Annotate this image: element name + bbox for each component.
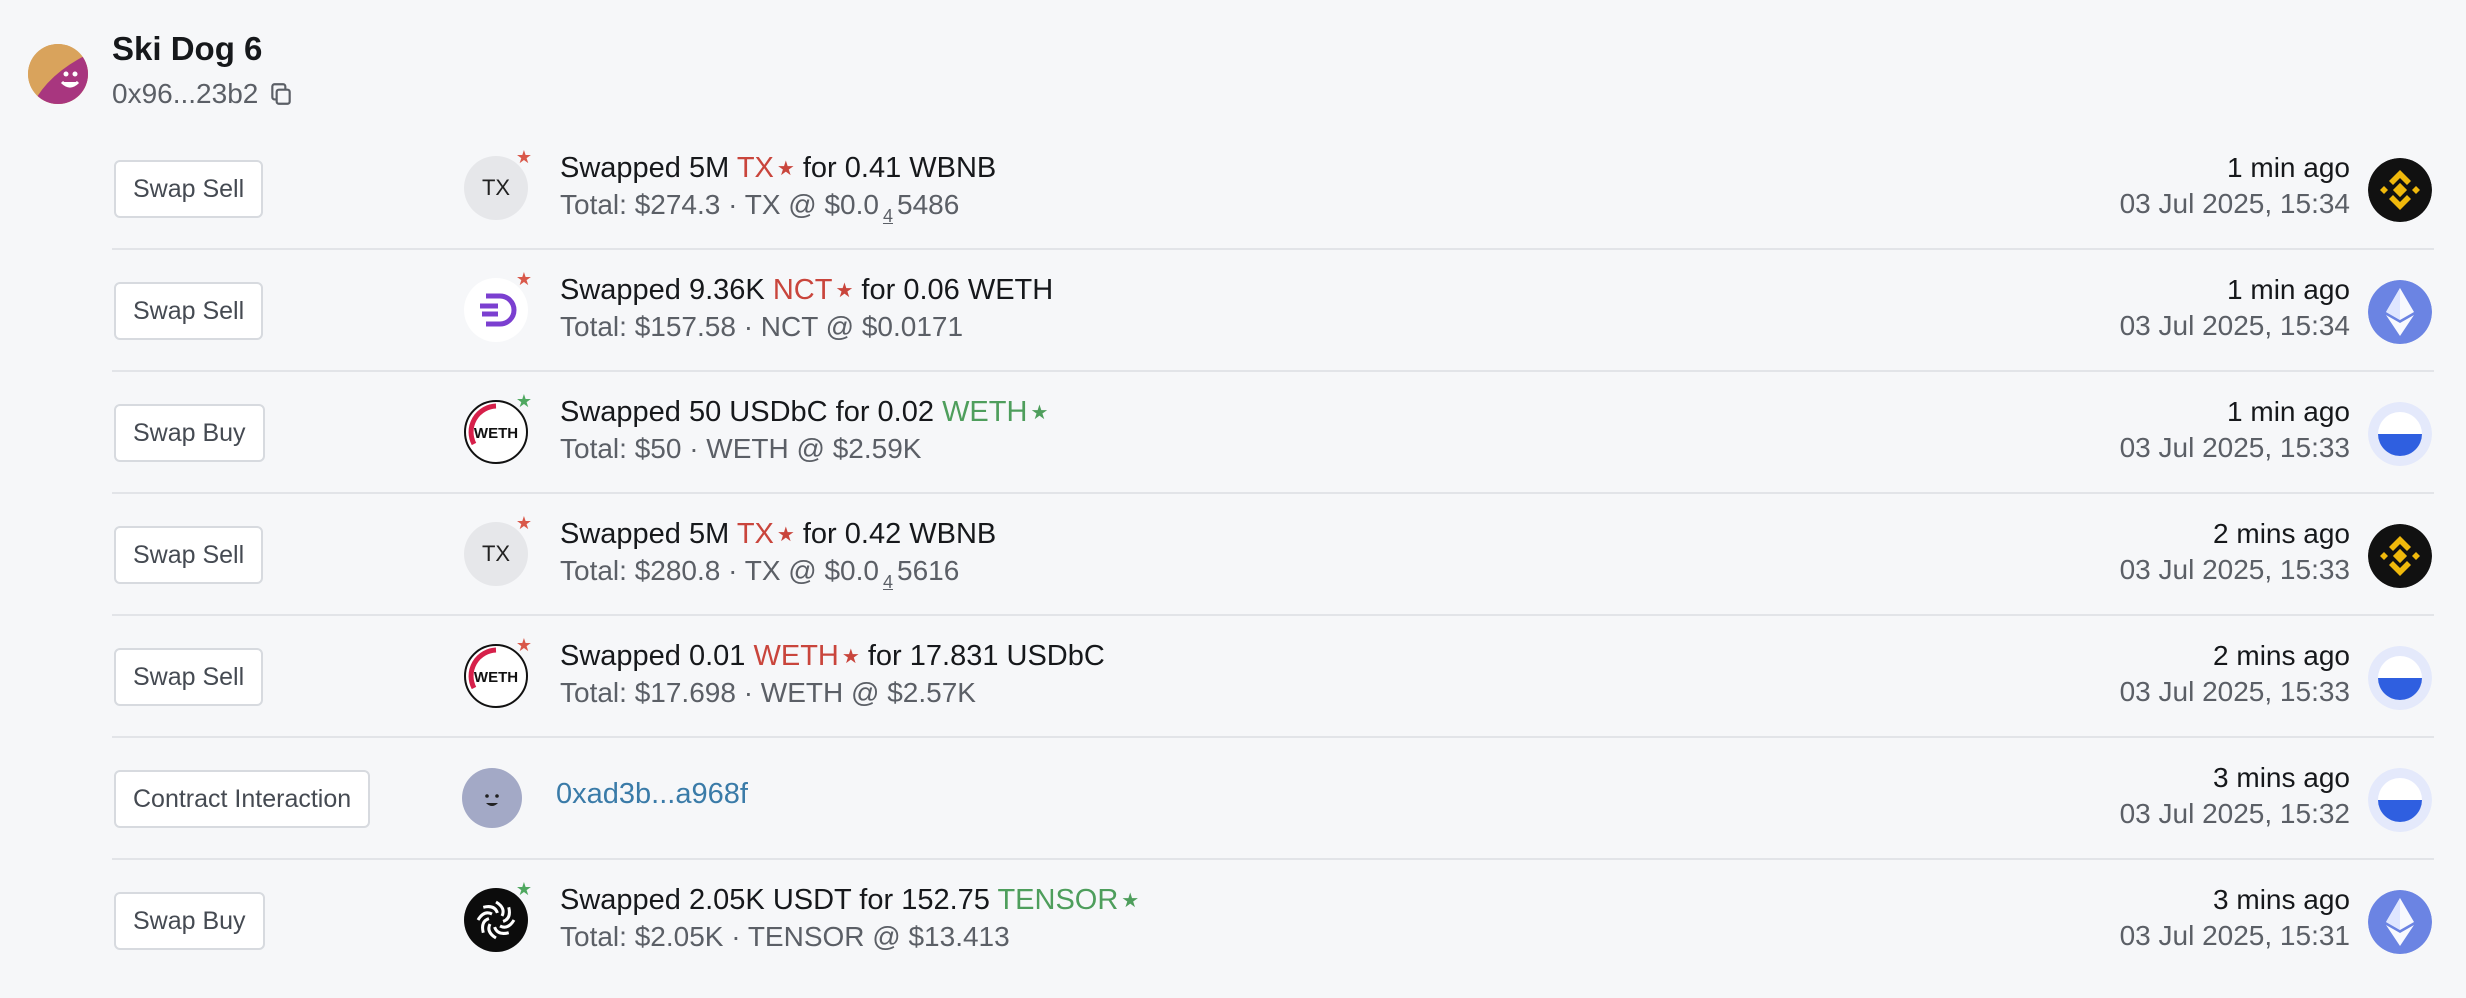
activity-list: Swap Sell TX ★ Swapped 5M TX ★ for 0.41 W… [112, 128, 2434, 982]
swap-sell-badge[interactable]: Swap Sell [114, 648, 264, 706]
star-icon: ★ [515, 391, 532, 411]
swap-total: Total: $17.698 · WETH @ $2.57K [560, 677, 976, 708]
wallet-address: 0x96...23b2 [112, 78, 259, 109]
sold-token[interactable]: WETH [753, 640, 838, 672]
base-chain-icon [2368, 646, 2432, 710]
activity-row: Swap Sell WETH ★ Swapped 0.01 WETH ★ for … [112, 616, 2434, 738]
tx-token-icon[interactable]: TX ★ [464, 148, 532, 220]
weth-token-icon[interactable]: WETH ★ [464, 392, 532, 464]
sold-token[interactable]: TX [737, 152, 774, 184]
copy-icon[interactable] [268, 81, 294, 107]
activity-row: Swap Sell TX ★ Swapped 5M TX ★ for 0.41 W… [112, 128, 2434, 250]
swap-total: Total: $157.58 · NCT @ $0.0171 [560, 311, 964, 342]
tx-token-icon[interactable]: TX ★ [464, 514, 532, 586]
swap-description: Swapped 2.05K USDT for 152.75 TENSOR ★ To… [560, 882, 1139, 955]
svg-text:WETH: WETH [474, 669, 518, 686]
timestamp: 1 min ago 03 Jul 2025, 15:34 [2119, 274, 2350, 341]
star-icon: ★ [515, 147, 532, 167]
bought-token[interactable]: TENSOR [997, 884, 1118, 916]
swap-description: Swapped 0.01 WETH ★ for 17.831 USDbC Tota… [560, 638, 1105, 711]
sold-token[interactable]: NCT [773, 274, 833, 306]
timestamp: 2 mins ago 03 Jul 2025, 15:33 [2119, 518, 2350, 585]
wallet-avatar [28, 44, 88, 104]
timestamp: 1 min ago 03 Jul 2025, 15:33 [2119, 396, 2350, 463]
star-icon: ★ [515, 513, 532, 533]
swap-summary: Swapped 50 USDbC for 0.02 WETH ★ [560, 396, 1049, 428]
swap-total: Total: $50 · WETH @ $2.59K [560, 433, 922, 464]
wallet-name: Ski Dog 6 [112, 30, 263, 67]
swap-summary: Swapped 5M TX ★ for 0.42 WBNB [560, 518, 997, 550]
swap-summary: Swapped 0.01 WETH ★ for 17.831 USDbC [560, 640, 1105, 672]
swap-total: Total: $274.3 · TX @ $0.0 4 5486 [560, 189, 960, 226]
contract-interaction-badge[interactable]: Contract Interaction [114, 770, 371, 828]
swap-description: Swapped 50 USDbC for 0.02 WETH ★ Total: $… [560, 394, 1048, 467]
swap-summary: Swapped 2.05K USDT for 152.75 TENSOR ★ [560, 884, 1140, 916]
swap-description: Swapped 5M TX ★ for 0.42 WBNB Total: $280… [560, 516, 996, 600]
tensor-token-icon[interactable]: ★ [464, 880, 532, 952]
swap-buy-badge[interactable]: Swap Buy [114, 404, 265, 462]
weth-token-icon[interactable]: WETH ★ [464, 636, 532, 708]
swap-total: Total: $280.8 · TX @ $0.0 4 5616 [560, 555, 960, 592]
ethereum-chain-icon [2368, 890, 2432, 954]
swap-description: Swapped 9.36K NCT ★ for 0.06 WETH Total: … [560, 272, 1053, 345]
timestamp: 1 min ago 03 Jul 2025, 15:34 [2119, 152, 2350, 219]
swap-summary: Swapped 5M TX ★ for 0.41 WBNB [560, 152, 997, 184]
bnb-chain-icon [2368, 158, 2432, 222]
timestamp: 2 mins ago 03 Jul 2025, 15:33 [2119, 640, 2350, 707]
star-icon: ★ [515, 879, 532, 899]
contract-avatar-icon [462, 768, 522, 828]
activity-row: Swap Buy ★ Swapped 2.05K USDT for 152.75… [112, 860, 2434, 982]
swap-sell-badge[interactable]: Swap Sell [114, 282, 264, 340]
timestamp: 3 mins ago 03 Jul 2025, 15:31 [2119, 884, 2350, 951]
swap-description: Swapped 5M TX ★ for 0.41 WBNB Total: $274… [560, 150, 996, 234]
swap-sell-badge[interactable]: Swap Sell [114, 160, 264, 218]
star-icon: ★ [515, 635, 532, 655]
bought-token[interactable]: WETH [942, 396, 1027, 428]
swap-summary: Swapped 9.36K NCT ★ for 0.06 WETH [560, 274, 1054, 306]
activity-row: Swap Buy WETH ★ Swapped 50 USDbC for 0.0… [112, 372, 2434, 494]
ethereum-chain-icon [2368, 280, 2432, 344]
bnb-chain-icon [2368, 524, 2432, 588]
swap-total: Total: $2.05K · TENSOR @ $13.413 [560, 921, 1010, 952]
sold-token[interactable]: TX [737, 518, 774, 550]
nct-token-icon[interactable]: ★ [464, 270, 532, 342]
base-chain-icon [2368, 768, 2432, 832]
timestamp: 3 mins ago 03 Jul 2025, 15:32 [2119, 762, 2350, 829]
swap-sell-badge[interactable]: Swap Sell [114, 526, 264, 584]
swap-buy-badge[interactable]: Swap Buy [114, 892, 265, 950]
wallet-address-row: 0x96...23b2 [112, 78, 294, 110]
activity-row: Contract Interaction 0xad3b...a968f 3 mi… [112, 738, 2434, 860]
contract-address-link[interactable]: 0xad3b...a968f [556, 778, 748, 811]
svg-text:WETH: WETH [474, 425, 518, 442]
wallet-header: Ski Dog 6 0x96...23b2 [28, 28, 1228, 128]
activity-row: Swap Sell ★ Swapped 9.36K NCT ★ for 0.06 … [112, 250, 2434, 372]
base-chain-icon [2368, 402, 2432, 466]
activity-row: Swap Sell TX ★ Swapped 5M TX ★ for 0.42 W… [112, 494, 2434, 616]
star-icon: ★ [515, 269, 532, 289]
